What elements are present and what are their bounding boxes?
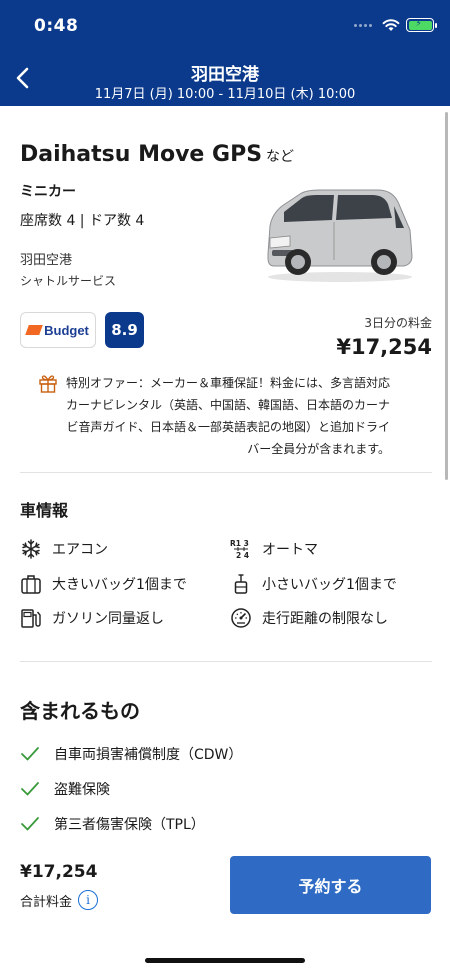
status-icons: ⚡ [354, 18, 437, 32]
car-info-title: 車情報 [20, 501, 69, 520]
battery-icon: ⚡ [406, 18, 437, 32]
vendor-logo: Budget [20, 312, 96, 348]
car-name: Daihatsu Move GPS [20, 142, 263, 167]
wifi-icon [382, 19, 400, 31]
small-bag-icon [234, 574, 248, 594]
feature-label: 小さいバッグ1個まで [262, 577, 397, 593]
pickup-location: 羽田空港 [20, 253, 73, 268]
included-item-label: 自車両損害補償制度（CDW） [54, 747, 243, 763]
feature-large-bag: 大きいバッグ1個まで [20, 573, 187, 595]
offer-line: カーナビレンタル（英語、中国語、韓国語、日本語のカーナ [66, 398, 391, 412]
feature-fuel-policy: ガソリン同量返し [20, 607, 164, 629]
rental-dates: 11月7日 (月) 10:00 - 11月10日 (木) 10:00 [94, 87, 356, 102]
feature-label: ガソリン同量返し [52, 611, 164, 627]
included-item-label: 第三者傷害保険（TPL） [54, 817, 205, 833]
included-title: 含まれるもの [20, 699, 140, 723]
total-label: 合計料金 [20, 894, 73, 910]
feature-mileage: 走行距離の制限なし [230, 607, 388, 629]
offer-line: 特別オファー：メーカー＆車種保証！料金には、多言語対応 [66, 376, 391, 390]
car-spec: 座席数 4 | ドア数 4 [20, 213, 145, 229]
price-label: 3日分の料金 [364, 316, 432, 330]
rating-badge: 8.9 [105, 312, 144, 348]
feature-label: エアコン [52, 542, 108, 558]
offer-line: ビ音声ガイド、日本語＆一部英語表記の地図）と追加ドライ [66, 420, 391, 434]
divider [20, 472, 432, 473]
car-name-suffix: など [266, 149, 295, 165]
offer-text: 特別オファー：メーカー＆車種保証！料金には、多言語対応 カーナビレンタル（英語、… [66, 372, 390, 460]
check-icon [21, 782, 39, 796]
included-item-label: 盗難保険 [54, 782, 110, 798]
budget-logo-mark [25, 325, 43, 335]
feature-small-bag: 小さいバッグ1個まで [230, 573, 397, 595]
feature-label: オートマ [262, 542, 318, 558]
vendor-name: Budget [44, 322, 89, 338]
book-button[interactable]: 予約する [230, 856, 431, 914]
special-offer: 特別オファー：メーカー＆車種保証！料金には、多言語対応 カーナビレンタル（英語、… [38, 372, 431, 460]
suitcase-icon [21, 575, 41, 594]
gearshift-icon: R1 3 2 4 [230, 539, 249, 560]
divider [20, 661, 432, 662]
feature-aircon: エアコン [20, 538, 108, 560]
signal-icon [354, 23, 372, 27]
snowflake-icon [22, 539, 40, 559]
scrollbar[interactable] [445, 112, 448, 480]
pickup-type: シャトルサービス [20, 274, 117, 288]
car-image [267, 189, 413, 282]
total-label-row: 合計料金 i [20, 890, 99, 910]
gift-icon [39, 375, 57, 393]
info-icon[interactable]: i [78, 890, 99, 910]
svg-text:R1 3: R1 3 [230, 539, 249, 548]
included-item: 盗難保険 [20, 779, 110, 799]
status-time: 0:48 [34, 16, 79, 36]
check-icon [21, 817, 39, 831]
feature-label: 大きいバッグ1個まで [52, 577, 187, 593]
included-item: 第三者傷害保険（TPL） [20, 814, 205, 834]
fuel-pump-icon [21, 609, 41, 628]
car-class: ミニカー [20, 184, 76, 200]
speedometer-icon [231, 608, 251, 628]
feature-transmission: R1 3 2 4 オートマ [230, 538, 318, 560]
check-icon [21, 747, 39, 761]
app-header: 0:48 ⚡ 羽田空港 11月7日 (月) 10:00 - 11月10日 (木)… [0, 0, 450, 106]
svg-text:2 4: 2 4 [236, 551, 249, 560]
total-price: ¥17,254 [20, 862, 98, 882]
page-title: 羽田空港 [191, 65, 259, 85]
home-indicator[interactable] [145, 958, 305, 963]
feature-label: 走行距離の制限なし [262, 611, 388, 627]
price-value: ¥17,254 [336, 335, 432, 359]
car-name-row: Daihatsu Move GPS など [20, 142, 294, 167]
offer-line: バー全員分が含まれます。 [247, 442, 391, 456]
included-item: 自車両損害補償制度（CDW） [20, 744, 242, 764]
